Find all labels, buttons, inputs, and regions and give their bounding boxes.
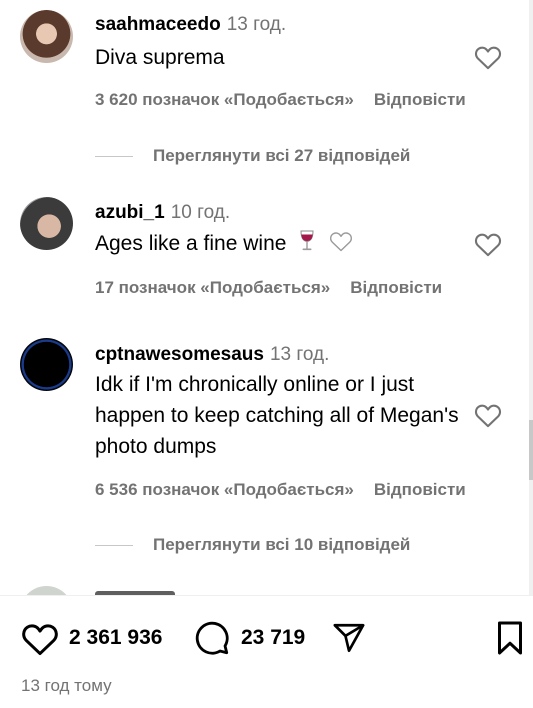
reply-button[interactable]: Відповісти — [374, 480, 466, 499]
comment-header: cptnawesomesaus 13 год. — [95, 343, 329, 367]
likes-count[interactable]: 17 позначок «Подобається» — [95, 278, 330, 297]
comment-header: saahmaceedo 13 год. — [95, 13, 286, 37]
comment-count[interactable]: 23 719 — [241, 626, 305, 650]
avatar[interactable] — [20, 338, 73, 391]
wine-glass-emoji — [300, 230, 314, 251]
comment-text-content: Ages like a fine wine — [95, 232, 287, 255]
post-actions-bar: 2 361 936 23 719 13 год тому — [0, 595, 533, 708]
divider-line — [95, 545, 133, 547]
heart-icon[interactable] — [474, 402, 502, 428]
white-heart-emoji — [330, 232, 353, 252]
reply-button[interactable]: Відповісти — [350, 278, 442, 297]
bookmark-icon[interactable] — [494, 620, 526, 656]
heart-icon[interactable] — [474, 44, 502, 70]
scrollbar-thumb[interactable] — [529, 420, 533, 480]
comment-text: Ages like a fine wine — [95, 228, 465, 259]
comment-header: azubi_1 10 год. — [95, 201, 230, 225]
comment-time[interactable]: 13 год. — [270, 344, 329, 365]
heart-icon[interactable] — [21, 621, 59, 656]
post-timestamp[interactable]: 13 год тому — [21, 676, 112, 696]
comment-icon[interactable] — [193, 620, 231, 656]
likes-count[interactable]: 6 536 позначок «Подобається» — [95, 480, 354, 499]
comment-action[interactable]: 23 719 — [193, 620, 305, 656]
comment-meta: 6 536 позначок «Подобається» Відповісти — [95, 480, 466, 500]
like-count[interactable]: 2 361 936 — [69, 626, 162, 650]
share-action[interactable] — [331, 620, 367, 656]
comment-text: Idk if I'm chronically online or I just … — [95, 373, 459, 458]
username[interactable]: saahmaceedo — [95, 14, 221, 35]
likes-count[interactable]: 3 620 позначок «Подобається» — [95, 90, 354, 109]
username[interactable]: azubi_1 — [95, 202, 165, 223]
divider-line — [95, 156, 133, 158]
avatar[interactable] — [20, 197, 73, 250]
comment-text: Diva suprema — [95, 46, 225, 69]
reply-button[interactable]: Відповісти — [374, 90, 466, 109]
comment-time[interactable]: 10 год. — [171, 202, 230, 223]
save-action[interactable] — [494, 620, 526, 656]
username[interactable]: cptnawesomesaus — [95, 344, 264, 365]
view-replies-button[interactable]: Переглянути всі 10 відповідей — [95, 535, 410, 555]
comment-meta: 17 позначок «Подобається» Відповісти — [95, 278, 442, 298]
comment-meta: 3 620 позначок «Подобається» Відповісти — [95, 90, 466, 110]
like-action[interactable]: 2 361 936 — [21, 620, 162, 656]
view-replies-label: Переглянути всі 10 відповідей — [153, 535, 411, 554]
avatar[interactable] — [20, 10, 73, 63]
share-icon[interactable] — [331, 621, 367, 655]
comment-time[interactable]: 13 год. — [227, 14, 286, 35]
scrollbar[interactable] — [529, 0, 533, 595]
view-replies-button[interactable]: Переглянути всі 27 відповідей — [95, 146, 410, 166]
heart-icon[interactable] — [474, 231, 502, 257]
view-replies-label: Переглянути всі 27 відповідей — [153, 146, 411, 165]
